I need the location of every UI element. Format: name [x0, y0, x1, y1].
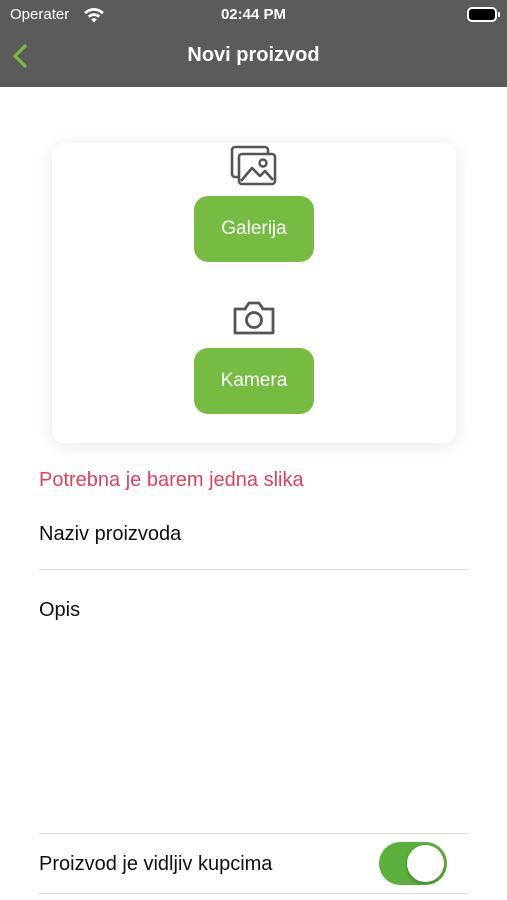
- toggle-knob: [407, 845, 444, 882]
- clock: 02:44 PM: [220, 6, 287, 23]
- description-field[interactable]: Opis: [39, 599, 80, 622]
- gallery-button[interactable]: Galerija: [194, 196, 314, 262]
- divider: [39, 569, 469, 570]
- battery-icon: [467, 7, 500, 22]
- visibility-toggle[interactable]: [379, 842, 447, 885]
- status-bar: Operater 02:44 PM: [0, 0, 507, 30]
- camera-button[interactable]: Kamera: [194, 348, 314, 414]
- visibility-label: Proizvod je vidljiv kupcima: [39, 853, 273, 875]
- image-required-error: Potrebna je barem jedna slika: [39, 469, 304, 491]
- divider: [39, 893, 469, 894]
- camera-icon: [233, 301, 275, 335]
- gallery-icon: [230, 145, 277, 186]
- image-picker-card: Galerija Kamera: [52, 143, 456, 443]
- page-title: Novi proizvod: [187, 44, 320, 66]
- divider: [39, 833, 469, 834]
- navigation-bar: Operater 02:44 PM Novi proizvod: [0, 0, 507, 87]
- product-name-field[interactable]: Naziv proizvoda: [39, 523, 181, 546]
